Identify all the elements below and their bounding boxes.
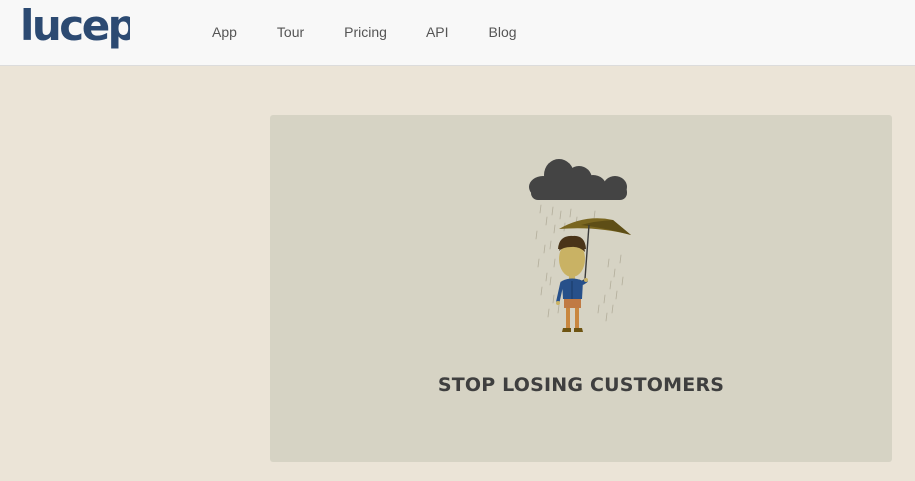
main-nav: App Tour Pricing API Blog — [200, 0, 537, 64]
rain-cloud-person-umbrella-illustration — [529, 159, 631, 332]
nav-link-tour[interactable]: Tour — [277, 24, 304, 40]
svg-text:lucep: lucep — [20, 6, 130, 50]
nav-link-api[interactable]: API — [426, 24, 449, 40]
hero-panel: STOP LOSING CUSTOMERS — [270, 115, 892, 462]
nav-link-app[interactable]: App — [212, 24, 237, 40]
lucep-logo[interactable]: lucep — [20, 6, 130, 56]
person-icon — [556, 235, 588, 332]
nav-link-blog[interactable]: Blog — [489, 24, 517, 40]
top-navigation-bar: lucep App Tour Pricing API Blog — [0, 0, 915, 66]
nav-link-pricing[interactable]: Pricing — [344, 24, 387, 40]
cloud-icon — [529, 159, 627, 200]
hero-heading: STOP LOSING CUSTOMERS — [437, 374, 725, 396]
